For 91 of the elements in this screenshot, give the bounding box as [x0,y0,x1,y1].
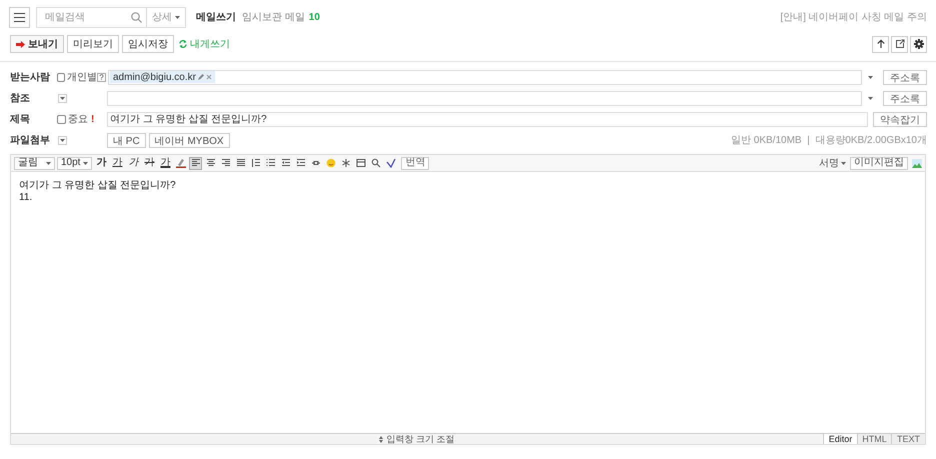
align-left-icon [190,158,201,168]
popout-button[interactable] [891,36,908,52]
toolbar-button[interactable]: 임시저장 [122,35,174,53]
format-button[interactable]: 가 [142,156,156,170]
menu-icon [14,12,25,22]
up-arrow-icon [876,39,886,49]
smiley-icon [326,158,336,168]
checkbox-label: 개인별 [67,70,97,84]
settings-button[interactable] [910,36,927,52]
caret-icon [46,162,51,164]
table-button[interactable] [354,156,368,170]
field-label: 파일첨부 [10,134,51,148]
caret-icon [175,16,180,18]
align-center-icon [206,158,216,168]
mode-tab[interactable]: Editor [823,434,857,444]
signature-dropdown[interactable]: 서명 [819,156,846,170]
caret-icon [868,76,872,78]
toolbar-select[interactable]: 10pt [57,156,92,170]
highlighter-icon [176,158,186,168]
search-icon [370,158,381,168]
format-button[interactable]: 가 [94,156,108,170]
line-spacing-icon [250,158,261,168]
side-button[interactable]: 약속잡기 [873,112,927,126]
line-spacing-button[interactable] [249,156,262,170]
format-button[interactable]: 가 [126,156,140,170]
resize-label: 입력창 크기 조절 [386,434,454,444]
cycle-arrows-icon [179,40,187,48]
popout-icon [894,39,904,49]
asterisk-icon [340,158,351,168]
table-icon [356,158,366,168]
check-mark-icon [386,158,396,168]
resize-handle[interactable]: 입력창 크기 조절 [11,434,823,444]
justify-icon [236,158,246,168]
mode-tab[interactable]: HTML [857,434,891,444]
link-icon [310,158,321,168]
help-badge: ? [97,72,106,82]
dropdown-toggle[interactable] [58,94,67,102]
caret-icon [868,96,872,100]
message-body[interactable]: 여기가 그 유명한 삽질 전문입니까? 11. [11,172,925,433]
body-text: 여기가 그 유명한 삽질 전문입니까? [19,180,177,192]
important-mark: ! [91,112,94,126]
highlighter-button[interactable] [174,156,188,170]
settings-icon [914,39,924,49]
page-title: 메일쓰기 [196,10,236,24]
check-mark-button[interactable] [384,156,398,170]
format-button[interactable]: 가 [158,156,172,170]
translate-button[interactable]: 번역 [401,156,430,170]
field-label: 참조 [10,92,31,106]
side-button[interactable]: 주소록 [883,90,927,106]
checkbox-label: 중요 [68,112,88,126]
caret-icon [60,138,65,142]
arrow-icon [16,40,25,48]
outdent-icon [280,158,291,168]
smiley-button[interactable] [324,156,338,170]
checkbox[interactable] [57,114,66,124]
attach-button[interactable]: 네이버 MYBOX [148,132,230,148]
drafts-count: 10 [308,10,320,24]
checkbox[interactable] [57,72,65,82]
pencil-icon [198,74,204,80]
field-label: 제목 [10,112,31,126]
caret-icon [841,162,846,164]
list-icon [266,158,276,168]
caret-icon [60,96,65,100]
toolbar-select[interactable]: 굴림 [14,156,55,170]
menu-button[interactable] [9,6,30,28]
field-label: 받는사람 [10,70,51,84]
send-button[interactable]: 보내기 [10,35,64,53]
align-left-button[interactable] [189,156,202,170]
up-button[interactable] [872,36,889,52]
format-button[interactable]: 가 [110,156,124,170]
recipient-chip[interactable]: admin@bigiu.co.kr [110,71,215,83]
caret-icon [83,162,88,164]
indent-icon [296,158,306,168]
search-icon [131,12,142,22]
body-text: 11. [19,192,34,204]
recipient-field[interactable]: admin@bigiu.co.kr [108,70,862,84]
image-edit-button[interactable]: 이미지편집 [850,156,908,170]
resize-icon [379,436,384,442]
subject-field[interactable]: 여기가 그 유명한 삽질 전문입니까? [107,112,868,126]
side-button[interactable]: 주소록 [883,70,927,84]
align-right-icon [220,158,231,168]
attachment-info: 일반 0KB/10MB | 대용량0KB/2.00GBx10개 [730,134,927,148]
drafts-link[interactable]: 임시보관 메일 [242,10,305,24]
search-button[interactable] [369,156,382,170]
cc-field[interactable] [107,90,862,106]
landscape-icon [912,158,922,168]
dropdown-toggle[interactable] [58,136,67,144]
toolbar-button[interactable]: 미리보기 [67,35,119,53]
mode-tab[interactable]: TEXT [891,434,925,444]
attach-button[interactable]: 내 PC [107,132,146,148]
image-button[interactable] [912,158,922,168]
